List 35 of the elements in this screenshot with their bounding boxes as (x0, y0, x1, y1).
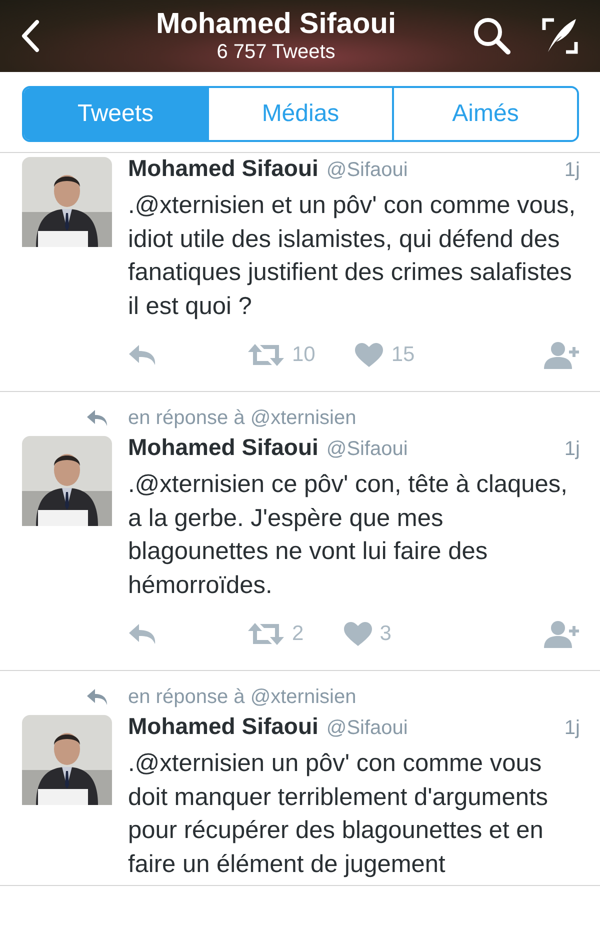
retweet-icon[interactable] (248, 622, 284, 646)
search-icon[interactable] (472, 16, 512, 56)
tweet-count: 6 757 Tweets (216, 40, 336, 64)
reply-icon[interactable] (128, 623, 158, 645)
compose-icon[interactable] (540, 16, 580, 56)
tab[interactable]: Aimés (392, 88, 577, 140)
follow-icon[interactable] (544, 620, 580, 648)
like-count: 3 (380, 622, 392, 646)
author-handle: @Sifaoui (326, 717, 408, 740)
author-name: Mohamed Sifaoui (128, 434, 318, 461)
heart-icon[interactable] (344, 622, 372, 646)
heart-icon[interactable] (355, 343, 384, 367)
reply-icon[interactable] (128, 344, 158, 366)
retweet-icon[interactable] (248, 343, 284, 367)
timestamp: 1j (564, 159, 580, 182)
tweet-text: .@xternisien ce pôv' con, tête à claques, a la gerbe. J'espère que mes blagounettes ne vont lui faire des hémorroïdes. (128, 470, 568, 600)
reply-context[interactable]: en réponse à @xternisien (128, 686, 356, 708)
reply-context[interactable]: en réponse à @xternisien (128, 406, 356, 430)
retweet-count: 10 (292, 343, 316, 367)
tweet-text: .@xternisien et un pôv' con comme vous, idiot utile des islamistes, qui défend des fanatiques justifient des crimes salafistes il est quoi ? (128, 191, 577, 322)
tweet-text: .@xternisien un pôv' con comme vous doit manquer terriblement d'arguments pour récupérer des blagounettes et en faire un élément de jugement (128, 749, 550, 880)
retweet-count: 2 (292, 622, 304, 646)
back-icon[interactable] (20, 19, 40, 53)
reply-icon (86, 688, 110, 706)
like-count: 15 (391, 343, 415, 367)
author-handle: @Sifaoui (326, 438, 408, 461)
follow-icon[interactable] (544, 341, 580, 369)
tab[interactable]: Tweets (24, 88, 207, 140)
timestamp: 1j (564, 717, 580, 740)
author-handle: @Sifaoui (326, 159, 408, 182)
reply-icon (86, 409, 110, 427)
author-name: Mohamed Sifaoui (128, 155, 318, 182)
author-name: Mohamed Sifaoui (128, 713, 318, 740)
timestamp: 1j (564, 438, 580, 461)
profile-name: Mohamed Sifaoui (156, 8, 396, 40)
